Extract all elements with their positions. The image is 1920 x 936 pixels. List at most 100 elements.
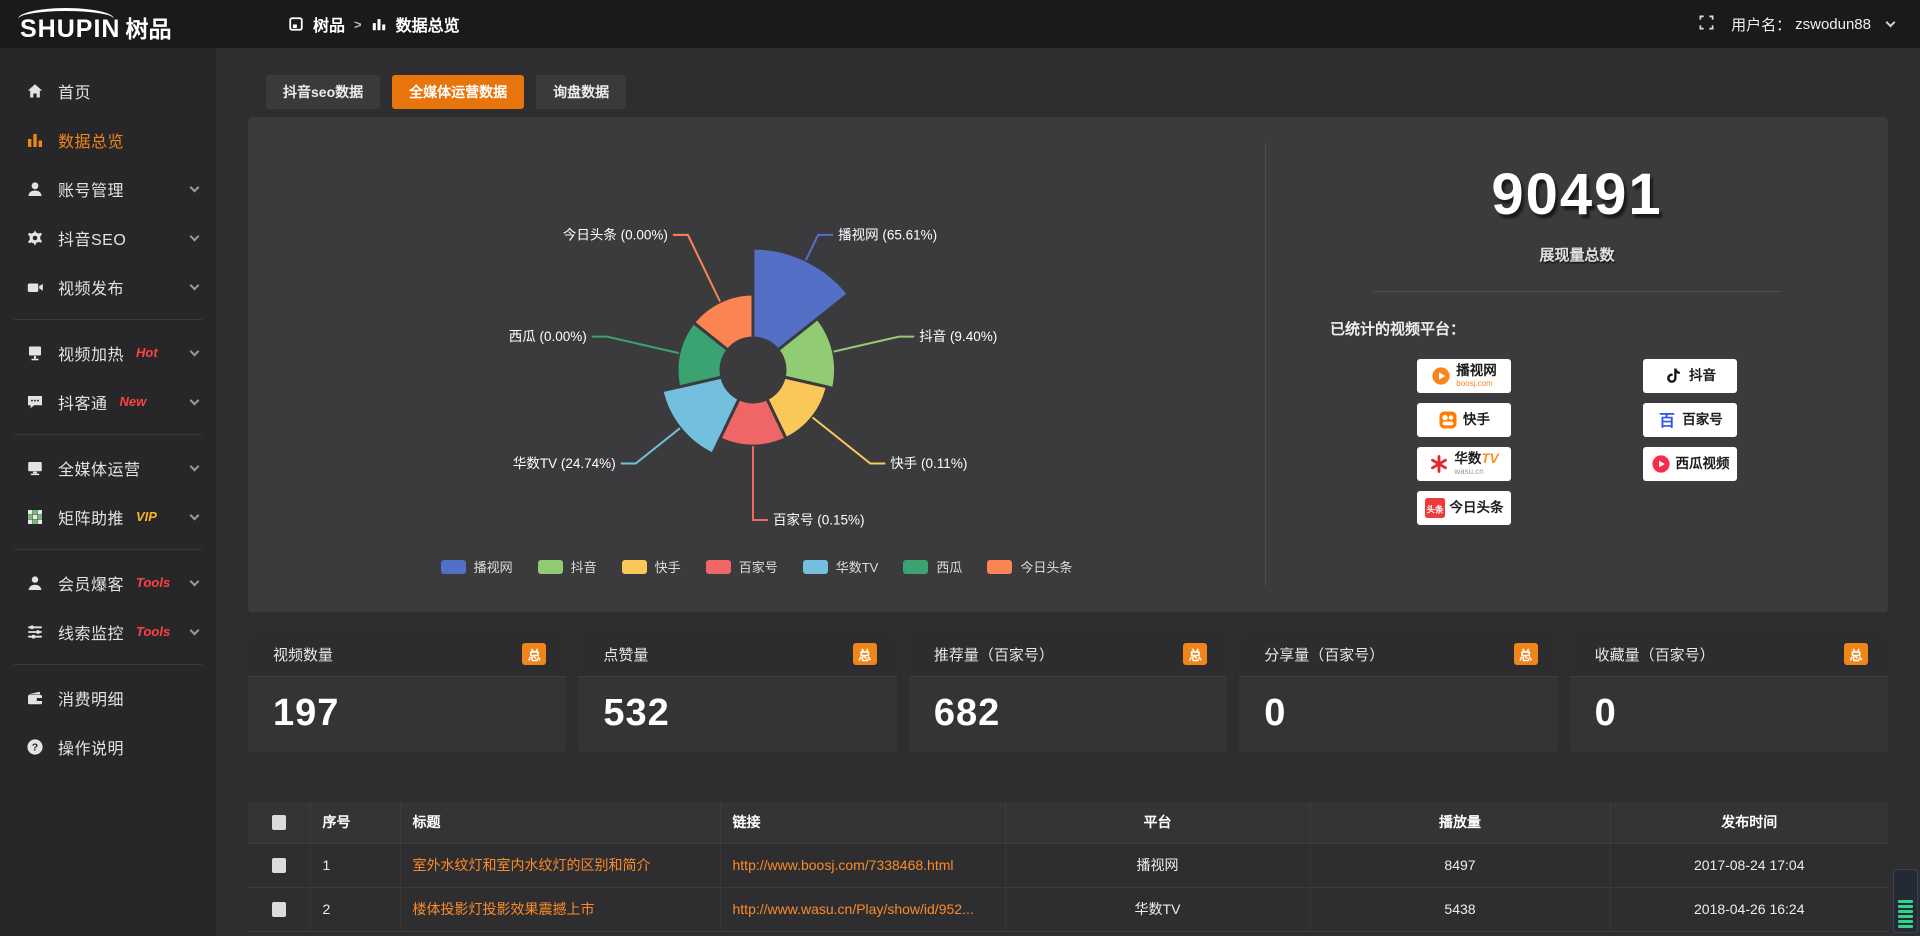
row-checkbox[interactable] (272, 858, 286, 873)
cell-no: 1 (310, 843, 400, 887)
legend-item-快手[interactable]: 快手 (622, 557, 681, 576)
cell-time: 2018-04-26 16:24 (1610, 887, 1888, 931)
stat-card-推荐量（百家号）: 推荐量（百家号） 总 682 (909, 632, 1227, 752)
platform-badge-抖音: 抖音 (1643, 359, 1737, 393)
stat-card-label: 收藏量（百家号） (1595, 644, 1715, 665)
sidebar-item-消费明细[interactable]: 消费明细 (0, 673, 216, 722)
breadcrumb-current[interactable]: 数据总览 (396, 12, 460, 36)
video-table-section: 序号 标题 链接 平台 播放量 发布时间 1 室外水纹灯和室内水纹灯的区别和简介… (248, 802, 1888, 936)
chevron-down-icon (190, 231, 200, 241)
summary-divider (1372, 291, 1783, 292)
sidebar-item-label: 账号管理 (58, 177, 124, 201)
sidebar-item-label: 线索监控 (58, 620, 124, 644)
sidebar-item-label: 全媒体运营 (58, 456, 141, 480)
platform-name: 抖音 (1689, 369, 1716, 383)
platform-badges: 播视网boosj.com快手华数TVwasu.cn头条今日头条抖音百百家号西瓜视… (1266, 359, 1888, 525)
label-line-今日头条 (673, 235, 720, 302)
legend-swatch (987, 560, 1012, 574)
sidebar-item-label: 首页 (58, 79, 91, 103)
platform-name: 播视网 (1456, 364, 1497, 378)
floating-widget[interactable] (1893, 869, 1918, 933)
cell-link[interactable]: http://www.wasu.cn/Play/show/id/952... (720, 887, 1005, 931)
select-all-checkbox[interactable] (272, 815, 286, 830)
stat-card-label: 推荐量（百家号） (934, 644, 1054, 665)
col-平台: 平台 (1005, 802, 1310, 843)
sidebar-item-抖音SEO[interactable]: 抖音SEO (0, 213, 216, 262)
cell-link[interactable]: http://www.boosj.com/7338468.html (720, 843, 1005, 887)
sidebar-item-账号管理[interactable]: 账号管理 (0, 164, 216, 213)
legend-swatch (622, 560, 647, 574)
platform-badge-播视网: 播视网boosj.com (1417, 359, 1511, 393)
legend-item-百家号[interactable]: 百家号 (706, 557, 778, 576)
total-badge: 总 (1183, 643, 1207, 665)
stat-card-label: 分享量（百家号） (1264, 644, 1384, 665)
home-icon (26, 82, 44, 100)
help-icon: ? (26, 738, 44, 756)
sidebar-item-label: 抖音SEO (58, 226, 126, 250)
legend-item-抖音[interactable]: 抖音 (538, 557, 597, 576)
user-menu-chevron-icon[interactable] (1886, 18, 1896, 28)
label-line-快手 (813, 417, 886, 463)
breadcrumb-root[interactable]: 树品 (313, 12, 345, 36)
sidebar-item-视频加热[interactable]: 视频加热Hot (0, 328, 216, 377)
legend-item-播视网[interactable]: 播视网 (441, 557, 513, 576)
overview-panel: 播视网 (65.61%)抖音 (9.40%)快手 (0.11%)百家号 (0.1… (248, 117, 1888, 612)
label-line-华数TV (621, 428, 680, 463)
row-checkbox[interactable] (272, 902, 286, 917)
col-标题: 标题 (400, 802, 720, 843)
cell-title[interactable]: 楼体投影灯投影效果震撼上市 (400, 887, 720, 931)
chart-legend: 播视网 抖音 快手 百家号 华数TV 西瓜 今日头条 (248, 557, 1265, 576)
sidebar-item-label: 消费明细 (58, 686, 124, 710)
sidebar-item-label: 会员爆客 (58, 571, 124, 595)
sidebar-item-全媒体运营[interactable]: 全媒体运营 (0, 443, 216, 492)
total-impressions-label: 展现量总数 (1266, 244, 1888, 265)
cell-title[interactable]: 室外水纹灯和室内水纹灯的区别和简介 (400, 843, 720, 887)
bar-chart-icon (26, 131, 44, 149)
user-icon (26, 180, 44, 198)
legend-item-华数TV[interactable]: 华数TV (803, 557, 879, 576)
legend-label: 今日头条 (1020, 557, 1072, 576)
sidebar-item-抖客通[interactable]: 抖客通 New (0, 377, 216, 426)
sidebar-item-数据总览[interactable]: 数据总览 (0, 115, 216, 164)
legend-item-西瓜[interactable]: 西瓜 (903, 557, 962, 576)
legend-label: 西瓜 (936, 557, 962, 576)
cell-time: 2017-08-24 17:04 (1610, 843, 1888, 887)
platform-badge-百家号: 百百家号 (1643, 403, 1737, 437)
platform-name: 快手 (1463, 413, 1490, 427)
sidebar-item-label: 抖客通 (58, 390, 108, 414)
tab-bar: 抖音seo数据全媒体运营数据询盘数据 (266, 75, 1888, 109)
sidebar-item-会员爆客[interactable]: 会员爆客 Tools (0, 558, 216, 607)
label-line-抖音 (834, 337, 915, 352)
sidebar-item-首页[interactable]: 首页 (0, 66, 216, 115)
sidebar-item-视频发布[interactable]: 视频发布 (0, 262, 216, 311)
pie-label-华数TV: 华数TV (24.74%) (513, 456, 616, 471)
wasu-logo (1429, 454, 1449, 474)
item-tag-New: New (120, 394, 147, 409)
sidebar-item-操作说明[interactable]: ?操作说明 (0, 722, 216, 771)
table-header-row: 序号 标题 链接 平台 播放量 发布时间 (248, 802, 1888, 843)
tab-询盘数据[interactable]: 询盘数据 (536, 75, 626, 109)
pie-label-播视网: 播视网 (65.61%) (838, 227, 937, 242)
platforms-title: 已统计的视频平台： (1330, 318, 1888, 339)
sidebar-item-矩阵助推[interactable]: 矩阵助推VIP (0, 492, 216, 541)
stat-card-点赞量: 点赞量 总 532 (578, 632, 896, 752)
legend-item-今日头条[interactable]: 今日头条 (987, 557, 1072, 576)
label-line-西瓜 (592, 337, 679, 354)
wallet-icon (26, 689, 44, 707)
username[interactable]: zswodun88 (1795, 16, 1871, 33)
chevron-down-icon (190, 280, 200, 290)
sidebar-item-线索监控[interactable]: 线索监控Tools (0, 607, 216, 656)
platform-column-1: 播视网boosj.com快手华数TVwasu.cn头条今日头条 (1417, 359, 1511, 525)
tab-全媒体运营数据[interactable]: 全媒体运营数据 (392, 75, 524, 109)
platform-name: 百家号 (1682, 413, 1723, 427)
label-line-百家号 (753, 446, 768, 520)
svg-text:头条: 头条 (1426, 504, 1444, 514)
item-tag-Tools: Tools (136, 575, 170, 590)
pie-label-百家号: 百家号 (0.15%) (773, 512, 865, 528)
cell-plays: 5438 (1310, 887, 1610, 931)
platform-badge-快手: 快手 (1417, 403, 1511, 437)
tab-抖音seo数据[interactable]: 抖音seo数据 (266, 75, 380, 109)
stat-card-label: 点赞量 (603, 644, 648, 665)
fullscreen-icon[interactable] (1698, 14, 1715, 35)
legend-swatch (706, 560, 731, 574)
